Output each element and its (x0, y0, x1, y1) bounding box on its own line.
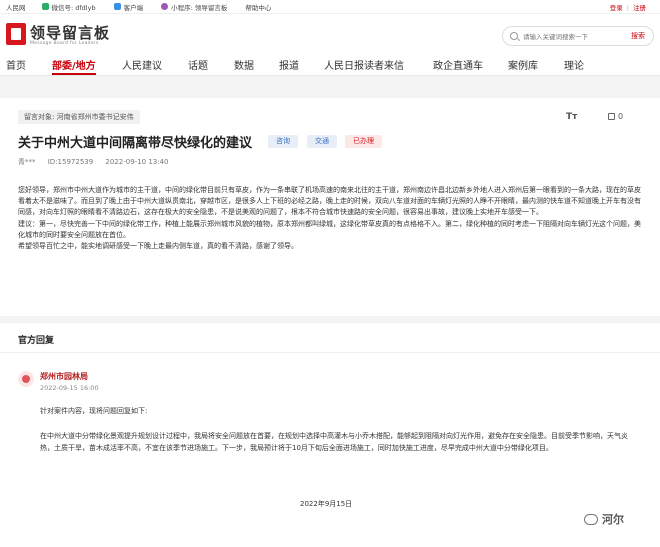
nav-item-reports[interactable]: 报道 (279, 57, 299, 72)
nav-item-data[interactable]: 数据 (234, 57, 254, 72)
miniprogram-icon (161, 3, 169, 10)
register-link[interactable]: 注册 (633, 4, 646, 12)
nav-item-ministries[interactable]: 部委/地方 (52, 57, 96, 72)
topbar-label: 小程序: 领导留言板 (171, 3, 228, 12)
message-id: ID:15972539 (47, 158, 94, 166)
header: 领导留言板 Message Board for Leaders 搜索 (0, 14, 660, 52)
message-card: 留言对象: 河南省郑州市委书记安伟 关于中州大道中间隔离带尽快绿化的建议 咨询 … (0, 98, 660, 316)
message-title: 关于中州大道中间隔离带尽快绿化的建议 (18, 136, 253, 151)
official-reply-section: 官方回复 郑州市园林局 2022-09-15 16:00 针对案件内容，现将问题… (0, 323, 660, 547)
topbar-link-miniprogram[interactable]: 小程序: 领导留言板 (161, 2, 227, 12)
search-icon (510, 32, 518, 40)
reply-body: 针对案件内容，现将问题回复如下: 在中州大道中分带绿化景观提升规划设计过程中，我… (40, 405, 640, 455)
nav-item-suggestions[interactable]: 人民建议 (122, 57, 162, 72)
message-target: 留言对象: 河南省郑州市委书记安伟 (18, 110, 140, 124)
category-badge: 交通 (307, 135, 337, 148)
reply-heading: 官方回复 (18, 336, 55, 346)
message-body: 您好领导，郑州市中州大道作为城市的主干道，中间的绿化带目前只有草皮，作为一条串联… (18, 185, 642, 252)
topbar-link-wechat[interactable]: 微信号: dfdlyb (41, 2, 96, 12)
topbar-label: 帮助中心 (245, 3, 272, 12)
reply-content: 在中州大道中分带绿化景观提升规划设计过程中，我局将安全问题放在首要，在规划中选择… (40, 431, 628, 453)
font-size-icon[interactable]: Tт (566, 112, 577, 122)
topbar-label: 客户端 (123, 3, 144, 12)
message-paragraph: 希望领导百忙之中，能实地调研感受一下晚上走最内侧车道，真的看不清路，感谢了领导。 (18, 242, 298, 251)
nav-item-reader-letters[interactable]: 人民日报读者来信 (324, 57, 404, 72)
like-button[interactable]: 0 (608, 112, 623, 121)
site-logo-title[interactable]: 领导留言板 (30, 22, 110, 43)
reply-org: 郑州市园林局 (40, 372, 88, 381)
divider: | (626, 4, 629, 12)
message-paragraph: 建议：第一，尽快完善一下中间的绿化带工作，种植上能展示郑州城市风貌的植物，原本郑… (18, 219, 641, 239)
topbar-link-help[interactable]: 帮助中心 (245, 2, 271, 12)
logo-icon[interactable] (6, 23, 26, 45)
message-meta: 青*** ID:15972539 2022-09-10 13:40 (18, 157, 179, 167)
top-utility-bar: 人民网 微信号: dfdlyb 客户端 小程序: 领导留言板 帮助中心 登录 | 注… (0, 0, 660, 14)
login-link[interactable]: 登录 (610, 4, 623, 12)
reply-date: 2022-09-15 16:00 (40, 384, 99, 392)
reply-sign-date: 2022年9月15日 (300, 500, 353, 508)
topbar-label: 微信号: dfdlyb (51, 3, 96, 12)
phone-icon (113, 3, 121, 10)
auth-links: 登录 | 注册 (606, 2, 646, 12)
wechat-icon (584, 513, 598, 525)
nav-item-home[interactable]: 首页 (6, 57, 26, 72)
org-avatar (18, 371, 34, 387)
topbar-link-app[interactable]: 客户端 (113, 2, 144, 12)
search-button[interactable]: 搜索 (631, 31, 645, 41)
nav-item-topics[interactable]: 话题 (188, 57, 208, 72)
nav-item-cases[interactable]: 案例库 (508, 57, 538, 72)
wechat-icon (41, 3, 49, 10)
message-paragraph: 您好领导，郑州市中州大道作为城市的主干道，中间的绿化带目前只有草皮，作为一条串联… (18, 186, 641, 217)
message-date: 2022-09-10 13:40 (105, 158, 169, 166)
reply-intro: 针对案件内容，现将问题回复如下: (40, 407, 148, 415)
main-nav: 首页 部委/地方 人民建议 话题 数据 报道 人民日报读者来信 政企直通车 案例… (0, 52, 660, 76)
nav-item-enterprise[interactable]: 政企直通车 (433, 57, 483, 72)
nav-active-indicator (52, 73, 96, 75)
search-input[interactable] (523, 30, 623, 43)
divider (0, 352, 660, 353)
watermark: 河尔 (584, 511, 624, 527)
category-badge: 咨询 (268, 135, 298, 148)
site-logo-subtitle: Message Board for Leaders (30, 41, 99, 46)
status-badge: 已办理 (345, 135, 382, 148)
topbar-link-people[interactable]: 人民网 (6, 2, 26, 12)
like-count: 0 (618, 112, 624, 121)
author: 青*** (18, 158, 36, 166)
thumbs-up-icon (608, 113, 615, 120)
watermark-text: 河尔 (602, 513, 624, 526)
topbar-label: 人民网 (6, 3, 26, 12)
search-box: 搜索 (502, 26, 654, 46)
nav-item-theory[interactable]: 理论 (564, 57, 584, 72)
